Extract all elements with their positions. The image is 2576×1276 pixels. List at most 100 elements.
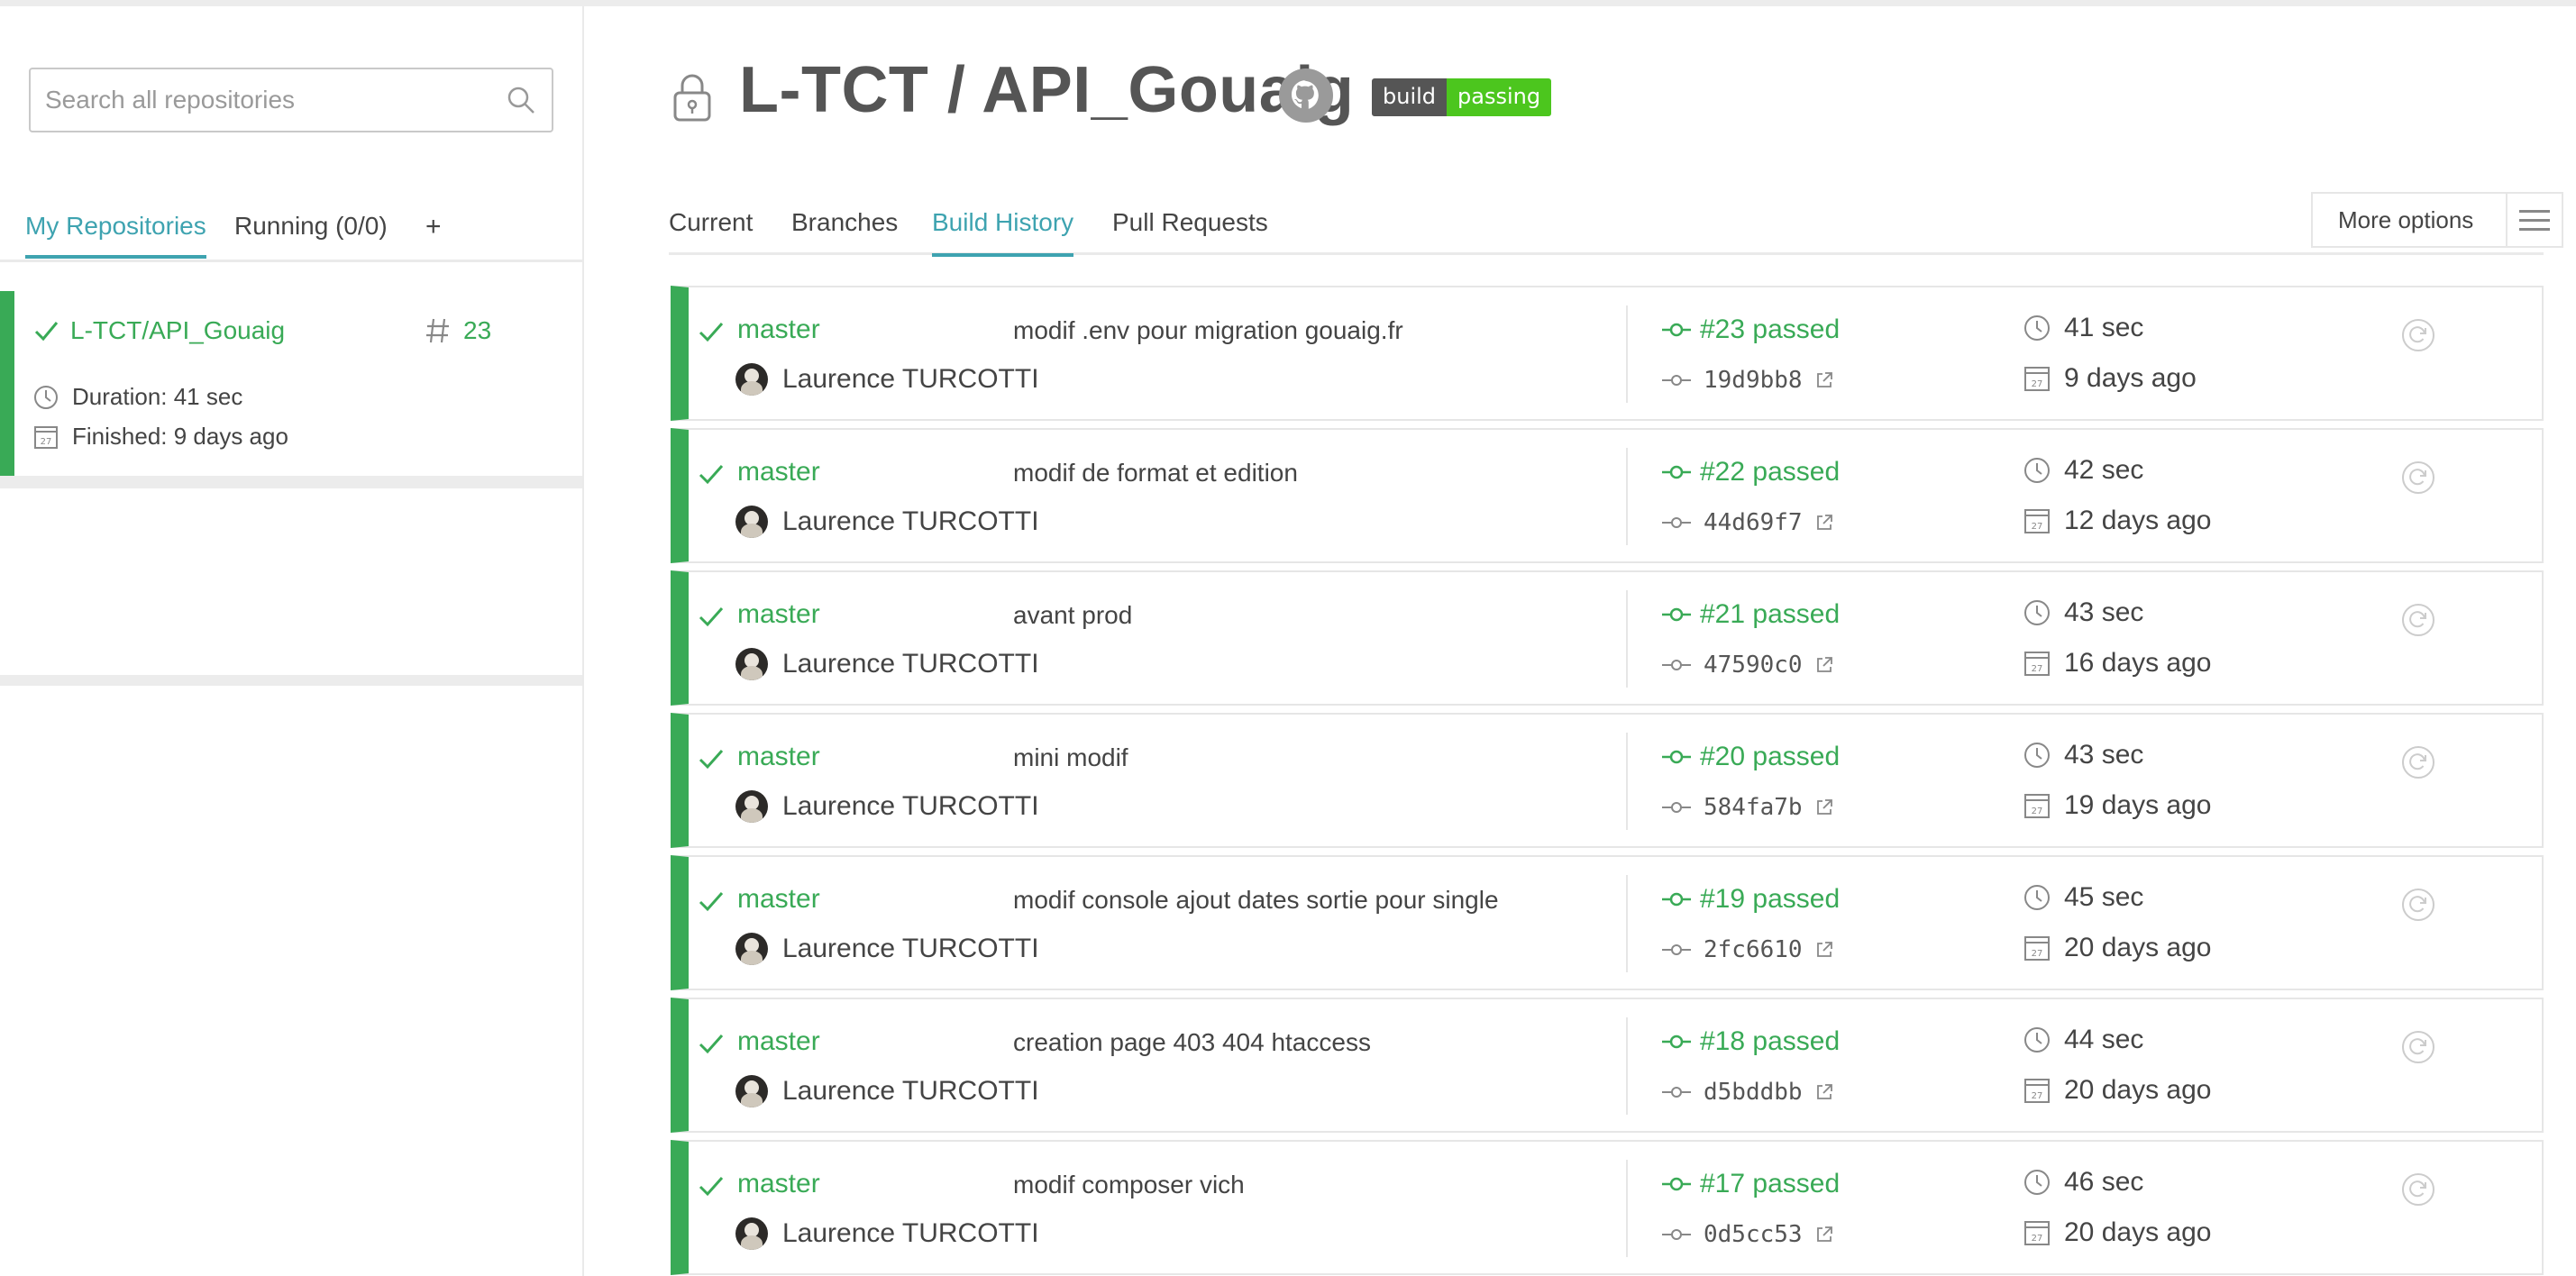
hamburger-icon[interactable] (2506, 194, 2562, 246)
avatar (735, 648, 768, 680)
build-duration: 41 sec (2023, 313, 2143, 343)
clock-icon (2024, 743, 2050, 768)
external-link-icon[interactable] (1815, 1226, 1833, 1244)
repo-build-number-text: 23 (463, 316, 492, 344)
build-row[interactable]: master mini modif Laurence TURCOTTI #20 … (671, 713, 2544, 848)
calendar-icon: 27 (2024, 509, 2050, 533)
tab-running[interactable]: Running (0/0) (234, 212, 388, 241)
avatar (735, 1075, 768, 1107)
external-link-icon[interactable] (1815, 941, 1833, 959)
restart-icon[interactable] (2401, 603, 2435, 637)
commit-icon (1662, 1229, 1691, 1240)
build-finished-text: 9 days ago (2064, 363, 2197, 393)
restart-icon[interactable] (2401, 1030, 2435, 1064)
svg-text:27: 27 (2032, 522, 2043, 532)
commit-icon (1662, 607, 1691, 622)
build-number-text: #19 passed (1700, 884, 1841, 914)
commit-sha-text: 19d9bb8 (1704, 367, 1803, 394)
build-duration-text: 44 sec (2064, 1025, 2144, 1054)
tab-build-history[interactable]: Build History (932, 208, 1074, 257)
external-link-icon[interactable] (1815, 371, 1833, 389)
tab-current[interactable]: Current (669, 208, 753, 237)
author-name: Laurence TURCOTTI (782, 1076, 1039, 1106)
restart-icon[interactable] (2401, 888, 2435, 922)
external-link-icon[interactable] (1815, 514, 1833, 532)
branch-name[interactable]: master (737, 884, 820, 915)
build-row[interactable]: master modif composer vich Laurence TURC… (671, 1140, 2544, 1275)
commit-sha-text: d5bddbb (1704, 1079, 1803, 1106)
commit-icon (1662, 750, 1691, 764)
build-row[interactable]: master modif .env pour migration gouaig.… (671, 286, 2544, 421)
calendar-icon: 27 (2024, 652, 2050, 676)
build-number[interactable]: #20 passed (1662, 742, 1840, 772)
commit-sha-text: 584fa7b (1704, 794, 1803, 821)
restart-icon[interactable] (2401, 318, 2435, 352)
external-link-icon[interactable] (1815, 1083, 1833, 1101)
external-link-icon[interactable] (1815, 656, 1833, 674)
check-icon (699, 607, 724, 627)
commit-sha[interactable]: 47590c0 (1662, 652, 1833, 679)
build-number[interactable]: #19 passed (1662, 884, 1840, 915)
add-tab-button[interactable]: + (425, 212, 442, 242)
github-icon[interactable] (1278, 68, 1334, 123)
build-number[interactable]: #21 passed (1662, 599, 1840, 630)
build-number-text: #18 passed (1700, 1026, 1841, 1056)
commit-sha[interactable]: 19d9bb8 (1662, 367, 1833, 394)
tab-branches[interactable]: Branches (791, 208, 898, 237)
clock-icon (2024, 1170, 2050, 1195)
build-finished-text: 19 days ago (2064, 790, 2212, 820)
build-duration: 45 sec (2023, 882, 2143, 913)
build-status-badge[interactable]: build passing (1372, 78, 1552, 116)
branch-name[interactable]: master (737, 742, 820, 772)
build-number[interactable]: #18 passed (1662, 1026, 1840, 1057)
build-row[interactable]: master modif de format et edition Lauren… (671, 428, 2544, 563)
search-icon[interactable] (507, 86, 535, 114)
branch-name[interactable]: master (737, 1169, 820, 1199)
badge-label: build (1372, 78, 1448, 116)
build-number-text: #23 passed (1700, 314, 1841, 344)
restart-icon[interactable] (2401, 1172, 2435, 1207)
commit-icon (1662, 660, 1691, 670)
more-options-button[interactable]: More options (2311, 192, 2563, 248)
branch-name[interactable]: master (737, 599, 820, 630)
build-number[interactable]: #22 passed (1662, 457, 1840, 488)
commit-sha[interactable]: 584fa7b (1662, 794, 1833, 821)
tab-my-repositories[interactable]: My Repositories (25, 212, 206, 259)
commit-sha-text: 2fc6610 (1704, 936, 1803, 963)
search-input[interactable] (31, 69, 463, 131)
branch-name[interactable]: master (737, 1026, 820, 1057)
build-duration-text: 45 sec (2064, 882, 2144, 912)
build-row[interactable]: master avant prod Laurence TURCOTTI #21 … (671, 570, 2544, 706)
build-number[interactable]: #17 passed (1662, 1169, 1840, 1199)
commit-message: creation page 403 404 htaccess (1013, 1028, 1371, 1056)
branch-name[interactable]: master (737, 314, 820, 345)
commit-sha[interactable]: 2fc6610 (1662, 936, 1833, 963)
build-row[interactable]: master modif console ajout dates sortie … (671, 855, 2544, 990)
commit-icon (1662, 892, 1691, 907)
restart-icon[interactable] (2401, 460, 2435, 495)
author-name: Laurence TURCOTTI (782, 649, 1039, 679)
commit-author: Laurence TURCOTTI (735, 363, 1039, 396)
commit-sha[interactable]: 0d5cc53 (1662, 1221, 1833, 1248)
main-content: L-TCT / API_Gouaig build passing Current… (586, 6, 2576, 1276)
restart-icon[interactable] (2401, 745, 2435, 779)
clock-icon (2024, 885, 2050, 910)
commit-sha[interactable]: d5bddbb (1662, 1079, 1833, 1106)
tab-pull-requests[interactable]: Pull Requests (1112, 208, 1268, 237)
author-name: Laurence TURCOTTI (782, 506, 1039, 536)
commit-sha[interactable]: 44d69f7 (1662, 509, 1833, 536)
repo-build-number[interactable]: 23 (425, 316, 491, 345)
hash-icon (426, 318, 449, 343)
external-link-icon[interactable] (1815, 798, 1833, 816)
branch-name[interactable]: master (737, 457, 820, 488)
build-duration: 44 sec (2023, 1025, 2143, 1055)
repo-name-link[interactable]: L-TCT/API_Gouaig (70, 316, 285, 345)
clock-icon (34, 385, 58, 409)
build-row[interactable]: master creation page 403 404 htaccess La… (671, 998, 2544, 1133)
commit-sha-text: 47590c0 (1704, 652, 1803, 679)
commit-icon (1662, 517, 1691, 528)
build-number[interactable]: #23 passed (1662, 314, 1840, 345)
repo-card[interactable]: L-TCT/API_Gouaig 23 Duration: 41 sec 27 … (0, 291, 582, 482)
build-finished-text: 20 days ago (2064, 1075, 2212, 1105)
commit-icon (1662, 1177, 1691, 1191)
